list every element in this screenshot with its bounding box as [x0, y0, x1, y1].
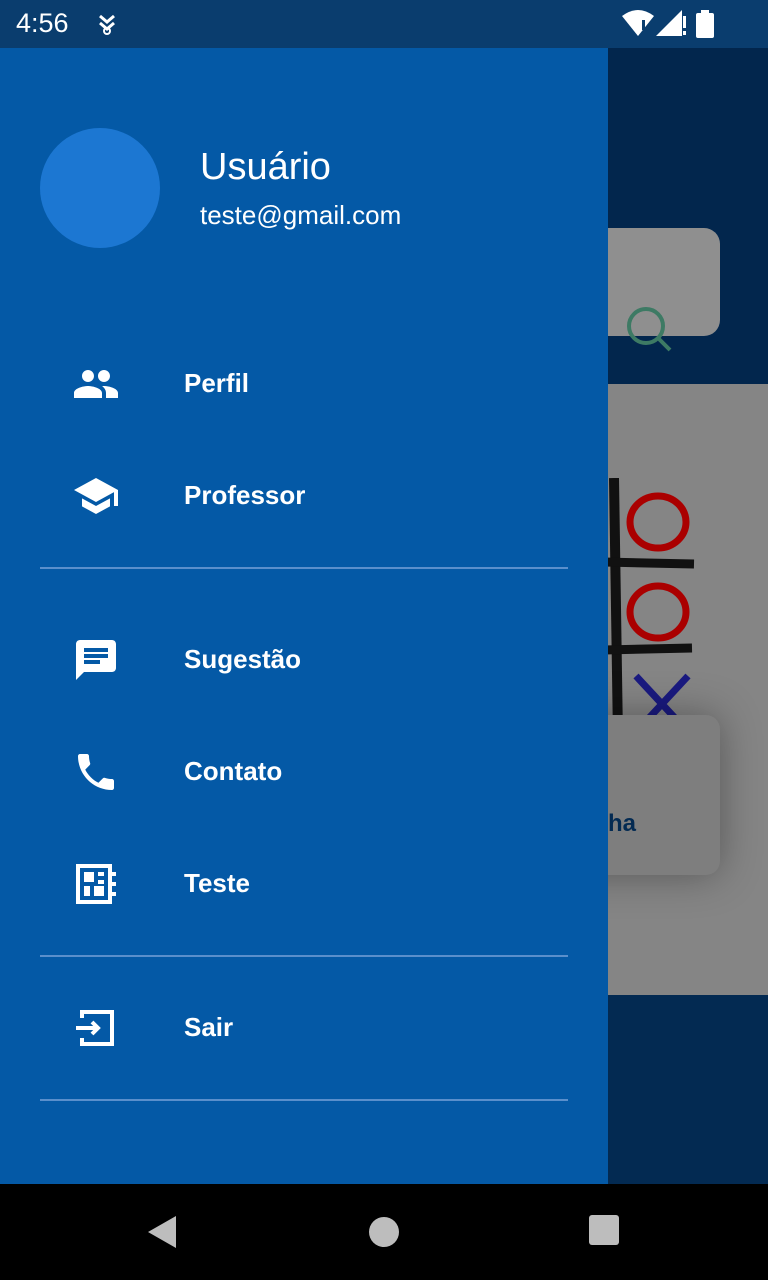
recents-button[interactable] — [586, 1212, 626, 1252]
logout-icon — [72, 1004, 120, 1052]
school-icon — [72, 472, 120, 520]
drawer-item-label: Sugestão — [184, 644, 302, 674]
people-icon — [72, 360, 120, 408]
game-card-label: ha — [608, 810, 637, 837]
divider — [40, 1099, 568, 1101]
status-bar: 4:56 — [0, 0, 768, 48]
signal-icon — [656, 10, 686, 41]
avatar[interactable] — [40, 128, 160, 248]
search-icon[interactable] — [624, 304, 672, 357]
tic-tac-toe-image — [603, 477, 700, 743]
back-button[interactable] — [142, 1212, 182, 1252]
battery-icon — [696, 10, 714, 43]
notification-icon — [96, 12, 118, 41]
drawer-item-sugestao[interactable]: Sugestão — [0, 612, 608, 708]
wifi-icon — [622, 10, 654, 41]
drawer-item-professor[interactable]: Professor — [0, 448, 608, 544]
drawer-item-teste[interactable]: Teste — [0, 836, 608, 932]
divider — [40, 955, 568, 957]
drawer-item-label: Contato — [184, 756, 283, 786]
comment-icon — [72, 636, 120, 684]
drawer-item-label: Teste — [184, 868, 250, 898]
phone-icon — [72, 748, 120, 796]
user-email: teste@gmail.com — [200, 200, 402, 230]
navigation-drawer: Usuário teste@gmail.com Perfil Professor… — [0, 48, 608, 1184]
drawer-item-label: Professor — [184, 480, 306, 510]
drawer-item-label: Sair — [184, 1012, 234, 1042]
dashboard-icon — [72, 860, 120, 908]
drawer-item-sair[interactable]: Sair — [0, 980, 608, 1076]
drawer-item-label: Perfil — [184, 368, 250, 398]
status-time: 4:56 — [16, 8, 69, 38]
user-name: Usuário — [200, 146, 331, 188]
divider — [40, 567, 568, 569]
drawer-item-perfil[interactable]: Perfil — [0, 336, 608, 432]
home-button[interactable] — [364, 1212, 404, 1252]
navigation-bar — [0, 1184, 768, 1280]
drawer-item-contato[interactable]: Contato — [0, 724, 608, 820]
